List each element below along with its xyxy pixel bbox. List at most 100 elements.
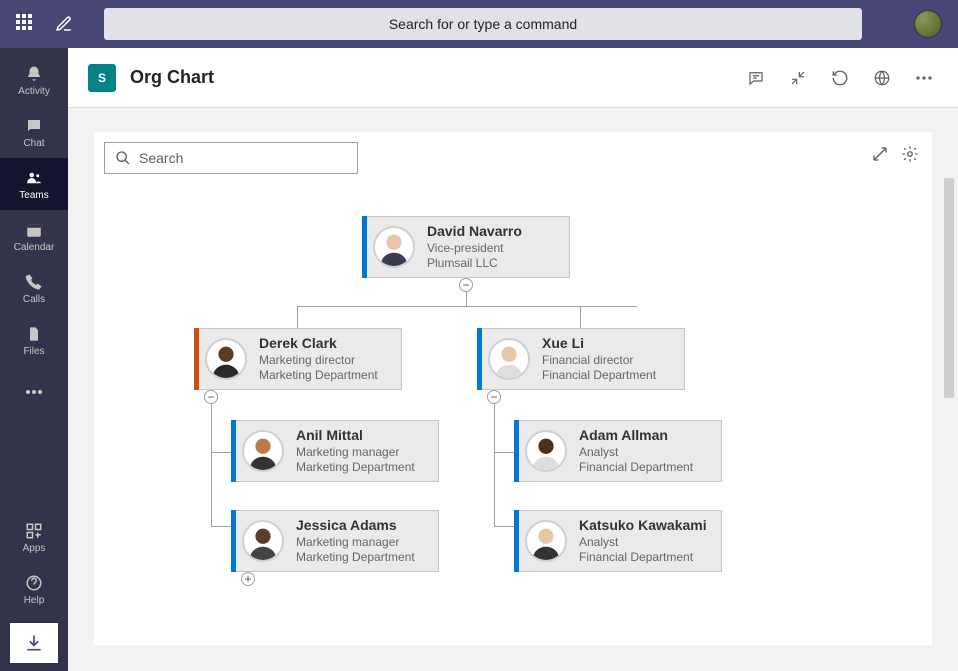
- rail-item-calls[interactable]: Calls: [0, 262, 68, 314]
- calendar-icon: [24, 220, 44, 240]
- person-name: Jessica Adams: [296, 517, 415, 535]
- teams-icon: [24, 168, 44, 188]
- person-dept: Marketing Department: [296, 460, 415, 475]
- expand-icon[interactable]: [868, 142, 892, 166]
- person-name: Katsuko Kawakami: [579, 517, 707, 535]
- user-avatar[interactable]: [914, 10, 942, 38]
- org-node[interactable]: Anil Mittal Marketing manager Marketing …: [231, 420, 439, 482]
- rail-label: Help: [24, 595, 45, 606]
- rail-item-activity[interactable]: Activity: [0, 54, 68, 106]
- top-bar: Search for or type a command: [0, 0, 958, 48]
- phone-icon: [24, 272, 44, 292]
- collapse-node-icon[interactable]: −: [204, 390, 218, 404]
- reload-icon[interactable]: [826, 64, 854, 92]
- more-header-icon[interactable]: [910, 64, 938, 92]
- global-search-input[interactable]: Search for or type a command: [104, 8, 862, 40]
- org-node[interactable]: Adam Allman Analyst Financial Department: [514, 420, 722, 482]
- person-dept: Financial Department: [579, 550, 707, 565]
- org-search-input[interactable]: Search: [104, 142, 358, 174]
- gear-icon[interactable]: [898, 142, 922, 166]
- person-dept: Marketing Department: [259, 368, 378, 383]
- search-icon: [115, 150, 131, 166]
- avatar: [488, 338, 530, 380]
- person-role: Marketing director: [259, 353, 378, 368]
- person-name: Derek Clark: [259, 335, 378, 353]
- connector: [494, 396, 495, 526]
- collapse-node-icon[interactable]: −: [487, 390, 501, 404]
- rail-item-files[interactable]: Files: [0, 314, 68, 366]
- conversation-icon[interactable]: [742, 64, 770, 92]
- globe-icon[interactable]: [868, 64, 896, 92]
- bell-icon: [24, 64, 44, 84]
- rail-item-help[interactable]: Help: [0, 563, 68, 615]
- person-role: Marketing manager: [296, 445, 415, 460]
- connector: [494, 452, 514, 453]
- rail-item-teams[interactable]: Teams: [0, 158, 68, 210]
- person-name: Adam Allman: [579, 427, 693, 445]
- avatar: [205, 338, 247, 380]
- connector: [580, 306, 581, 328]
- connector: [211, 452, 231, 453]
- content-area: Search: [68, 108, 958, 671]
- file-icon: [24, 324, 44, 344]
- connector: [297, 306, 637, 307]
- scrollbar[interactable]: [944, 178, 954, 398]
- app-rail: Activity Chat Teams Calendar: [0, 48, 68, 671]
- collapse-node-icon[interactable]: −: [459, 278, 473, 292]
- person-name: Anil Mittal: [296, 427, 415, 445]
- person-role: Marketing manager: [296, 535, 415, 550]
- avatar: [525, 430, 567, 472]
- person-dept: Financial Department: [542, 368, 656, 383]
- org-search-placeholder: Search: [139, 150, 183, 166]
- org-node[interactable]: Xue Li Financial director Financial Depa…: [477, 328, 685, 390]
- person-dept: Marketing Department: [296, 550, 415, 565]
- person-dept: Plumsail LLC: [427, 256, 522, 271]
- avatar: [525, 520, 567, 562]
- avatar: [242, 430, 284, 472]
- person-role: Financial director: [542, 353, 656, 368]
- rail-item-apps[interactable]: Apps: [0, 511, 68, 563]
- rail-item-chat[interactable]: Chat: [0, 106, 68, 158]
- connector: [211, 526, 231, 527]
- rail-item-more[interactable]: [0, 366, 68, 418]
- apps-icon: [24, 521, 44, 541]
- org-chart-canvas: Search: [94, 132, 932, 645]
- avatar: [242, 520, 284, 562]
- connector: [211, 396, 212, 526]
- more-icon: [24, 382, 44, 402]
- rail-label: Calls: [23, 294, 45, 305]
- tab-header: S Org Chart: [68, 48, 958, 108]
- rail-label: Teams: [19, 190, 48, 201]
- connector: [297, 306, 298, 328]
- org-node-root[interactable]: David Navarro Vice-president Plumsail LL…: [362, 216, 570, 278]
- org-node[interactable]: Jessica Adams Marketing manager Marketin…: [231, 510, 439, 572]
- org-node[interactable]: Derek Clark Marketing director Marketing…: [194, 328, 402, 390]
- rail-label: Apps: [23, 543, 46, 554]
- person-name: Xue Li: [542, 335, 656, 353]
- download-button[interactable]: [10, 623, 58, 663]
- rail-label: Calendar: [14, 242, 55, 253]
- waffle-icon[interactable]: [16, 14, 36, 34]
- help-icon: [24, 573, 44, 593]
- collapse-icon[interactable]: [784, 64, 812, 92]
- rail-label: Files: [23, 346, 44, 357]
- person-role: Analyst: [579, 445, 693, 460]
- sharepoint-icon: S: [88, 64, 116, 92]
- person-dept: Financial Department: [579, 460, 693, 475]
- connector: [494, 526, 514, 527]
- compose-icon[interactable]: [48, 8, 80, 40]
- org-node[interactable]: Katsuko Kawakami Analyst Financial Depar…: [514, 510, 722, 572]
- person-role: Analyst: [579, 535, 707, 550]
- rail-item-calendar[interactable]: Calendar: [0, 210, 68, 262]
- chat-icon: [24, 116, 44, 136]
- person-role: Vice-president: [427, 241, 522, 256]
- avatar: [373, 226, 415, 268]
- page-title: Org Chart: [130, 67, 214, 88]
- global-search-placeholder: Search for or type a command: [389, 16, 577, 32]
- rail-label: Activity: [18, 86, 50, 97]
- main-area: S Org Chart: [68, 48, 958, 671]
- expand-node-icon[interactable]: +: [241, 572, 255, 586]
- canvas-toolbar: [868, 142, 922, 166]
- rail-label: Chat: [23, 138, 44, 149]
- person-name: David Navarro: [427, 223, 522, 241]
